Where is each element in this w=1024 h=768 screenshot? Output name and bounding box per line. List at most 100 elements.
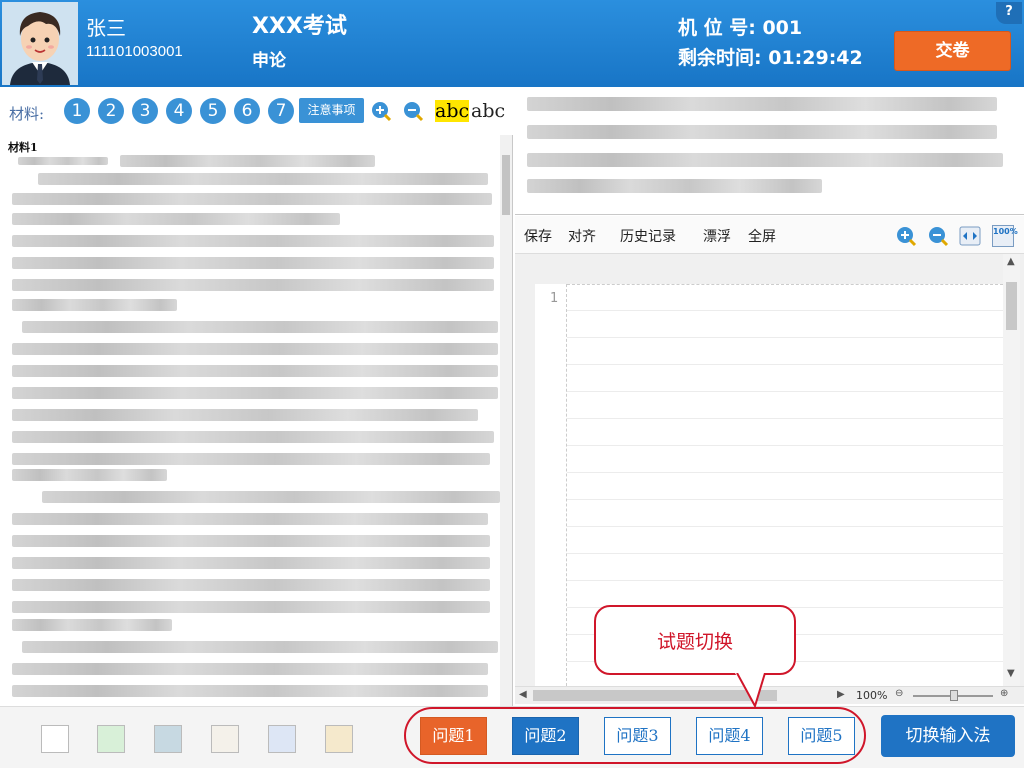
redacted-line	[12, 365, 498, 377]
material-text: 材料1	[0, 135, 500, 707]
redacted-line	[12, 431, 494, 443]
bg-color-swatch-light-blue[interactable]	[268, 725, 296, 753]
material-button-5[interactable]: 5	[200, 98, 226, 124]
header-bar: 张三 111101003001 XXX考试 申论 机 位 号: 001 剩余时间…	[0, 0, 1024, 87]
redacted-line	[12, 343, 498, 355]
material-button-7[interactable]: 7	[268, 98, 294, 124]
exam-subject: 申论	[252, 51, 286, 71]
redacted-line	[12, 601, 490, 613]
redacted-line	[527, 179, 822, 193]
redacted-line	[12, 409, 478, 421]
seat-label: 机 位 号:	[678, 17, 756, 39]
question-panel	[515, 87, 1024, 215]
material-button-2[interactable]: 2	[98, 98, 124, 124]
redacted-line	[12, 535, 490, 547]
material-button-3[interactable]: 3	[132, 98, 158, 124]
page-top-line	[567, 284, 1003, 285]
zoom-slider-knob[interactable]	[950, 690, 958, 701]
callout-bubble: 试题切换	[594, 605, 796, 675]
redacted-line	[12, 279, 494, 291]
highlight-text-button[interactable]: abc	[435, 100, 470, 122]
redacted-line	[527, 125, 997, 139]
switch-ime-button[interactable]: 切换输入法	[881, 715, 1015, 757]
highlight-sample: abc	[435, 100, 470, 122]
fit-width-icon[interactable]	[959, 225, 981, 247]
redacted-line	[12, 619, 172, 631]
material-button-6[interactable]: 6	[234, 98, 260, 124]
redacted-line	[22, 321, 498, 333]
time-info: 剩余时间: 01:29:42	[678, 43, 863, 70]
material-button-4[interactable]: 4	[166, 98, 192, 124]
materials-toolbar: 材料: 1 2 3 4 5 6 7 注意事项 abc abc	[0, 87, 513, 135]
align-button[interactable]: 对齐	[568, 226, 596, 246]
materials-label: 材料:	[9, 105, 45, 123]
material-button-1[interactable]: 1	[64, 98, 90, 124]
redacted-line	[42, 491, 500, 503]
redacted-line	[12, 663, 488, 675]
editor-vertical-thumb[interactable]	[1006, 282, 1017, 330]
zoom-plus-icon[interactable]: ⊕	[1000, 688, 1008, 699]
reset-zoom-button[interactable]: 100%	[992, 225, 1018, 247]
scroll-right-icon[interactable]: ▶	[837, 689, 845, 700]
materials-scroll-thumb[interactable]	[502, 155, 510, 215]
scroll-up-icon[interactable]: ▲	[1007, 256, 1015, 267]
float-button[interactable]: 漂浮	[703, 226, 731, 246]
bg-color-swatch-tan[interactable]	[325, 725, 353, 753]
submit-button[interactable]: 交卷	[894, 31, 1011, 71]
zoom-minus-icon[interactable]: ⊖	[895, 688, 903, 699]
help-button[interactable]: ?	[996, 2, 1022, 24]
bg-color-swatch-white[interactable]	[41, 725, 69, 753]
scroll-left-icon[interactable]: ◀	[519, 689, 527, 700]
redacted-line	[120, 155, 375, 167]
zoom-level: 100%	[856, 689, 888, 702]
line-number: 1	[550, 291, 559, 306]
exam-title: XXX考试	[252, 14, 347, 39]
time-label: 剩余时间:	[678, 47, 762, 69]
bg-color-swatch-blue-gray[interactable]	[154, 725, 182, 753]
redacted-line	[38, 173, 488, 185]
callout-highlight-ring	[404, 707, 866, 764]
line-gutter: 1	[535, 284, 567, 686]
redacted-line	[12, 469, 167, 481]
editor-vertical-scrollbar[interactable]: ▲ ▼	[1003, 254, 1020, 686]
callout-text: 试题切换	[656, 631, 733, 653]
redacted-line	[527, 153, 1003, 167]
fullscreen-button[interactable]: 全屏	[748, 226, 776, 246]
save-button[interactable]: 保存	[524, 226, 552, 246]
clear-highlight-button[interactable]: abc	[471, 100, 505, 122]
notice-button[interactable]: 注意事项	[299, 98, 364, 123]
editor-toolbar: 保存 对齐 历史记录 漂浮 全屏 100%	[515, 216, 1024, 254]
seat-number: 001	[762, 17, 803, 39]
editor-zoom-in-icon[interactable]	[895, 225, 917, 247]
redacted-line	[12, 387, 498, 399]
editor-zoom-out-icon[interactable]	[927, 225, 949, 247]
materials-panel: 材料: 1 2 3 4 5 6 7 注意事项 abc abc 材料1	[0, 87, 513, 707]
redacted-line	[12, 257, 494, 269]
redacted-line	[12, 193, 492, 205]
callout-pointer	[735, 673, 766, 709]
redacted-line	[12, 299, 177, 311]
redacted-line	[22, 641, 498, 653]
material-heading: 材料1	[8, 141, 38, 154]
redacted-line	[12, 453, 490, 465]
redacted-line	[12, 513, 488, 525]
zoom-out-icon[interactable]	[402, 100, 424, 122]
bg-color-swatch-green[interactable]	[97, 725, 125, 753]
history-button[interactable]: 历史记录	[620, 226, 676, 246]
materials-scrollbar[interactable]	[500, 135, 512, 707]
candidate-name: 张三	[86, 16, 126, 40]
redacted-line	[18, 157, 108, 165]
zoom-in-icon[interactable]	[370, 100, 392, 122]
seat-info: 机 位 号: 001	[678, 13, 802, 40]
redacted-line	[12, 213, 340, 225]
scroll-down-icon[interactable]: ▼	[1007, 668, 1015, 679]
bg-color-swatch-cream[interactable]	[211, 725, 239, 753]
candidate-avatar	[2, 2, 78, 85]
redacted-line	[12, 557, 490, 569]
redacted-line	[12, 579, 490, 591]
redacted-line	[12, 685, 488, 697]
redacted-line	[12, 235, 494, 247]
time-remaining: 01:29:42	[768, 47, 863, 69]
redacted-line	[527, 97, 997, 111]
candidate-id: 111101003001	[86, 43, 183, 60]
